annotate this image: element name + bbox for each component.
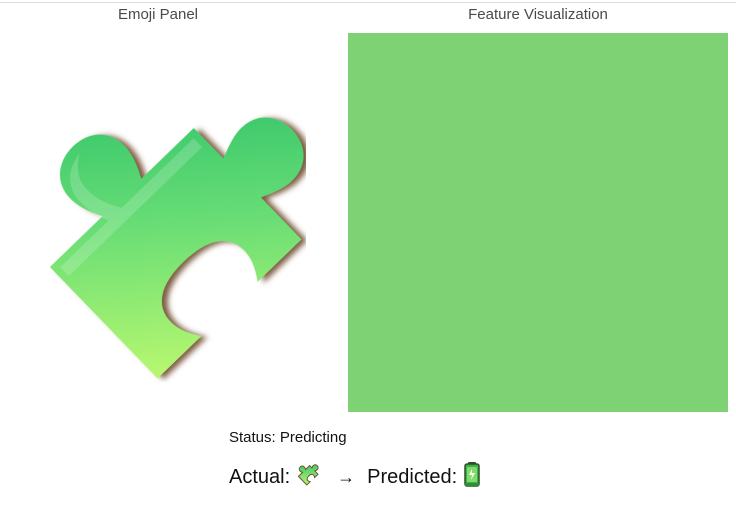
feature-visualization-title: Feature Visualization (468, 6, 608, 23)
emoji-panel-title: Emoji Panel (117, 6, 199, 23)
status-text: Status: Predicting (229, 429, 347, 446)
prediction-arrow: → (337, 466, 356, 487)
top-divider (0, 2, 736, 3)
emoji-panel (14, 92, 306, 382)
actual-label: Actual: (229, 465, 291, 488)
prediction-summary: Actual: → Predicted: (229, 461, 481, 493)
puzzle-piece-icon (49, 117, 304, 379)
feature-visualization-panel (348, 33, 728, 412)
predicted-battery-icon (463, 461, 481, 493)
predicted-label: Predicted: (367, 465, 458, 488)
actual-puzzle-piece-icon (295, 462, 319, 492)
feature-visualization-canvas (348, 33, 728, 412)
app-window: Emoji Panel Feature Visualization Status… (0, 0, 736, 508)
